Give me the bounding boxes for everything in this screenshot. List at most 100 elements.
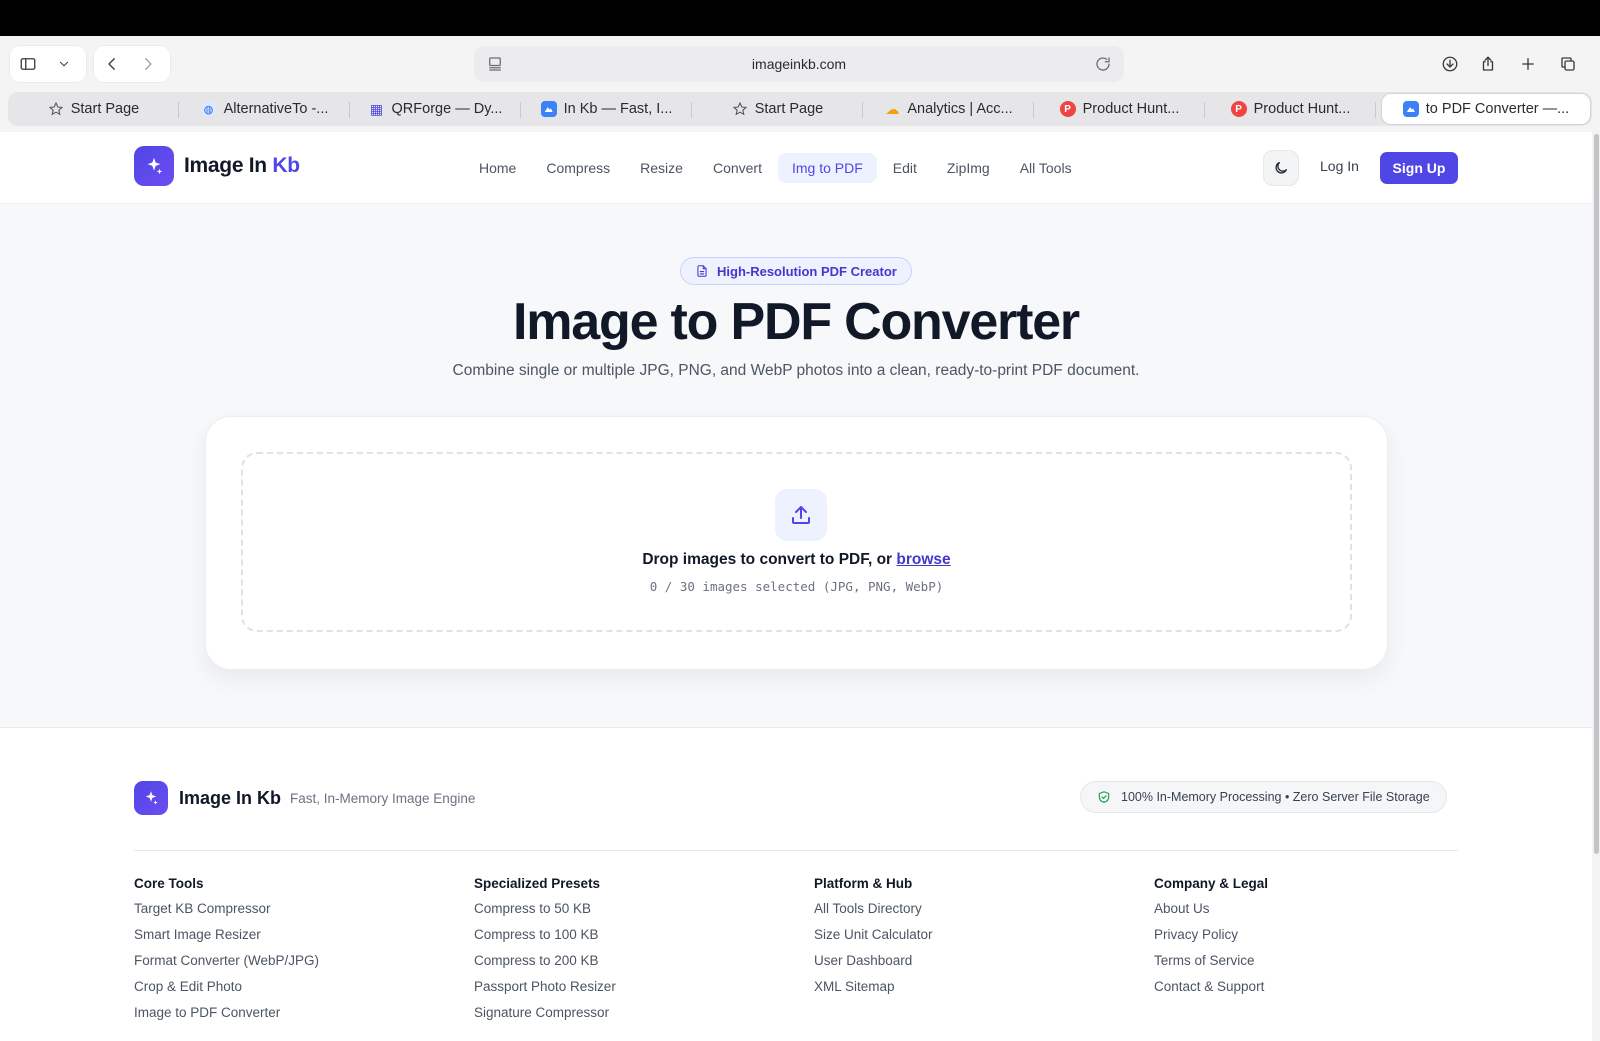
nav-link-compress[interactable]: Compress xyxy=(532,153,624,183)
qr-icon: ▦ xyxy=(369,100,384,117)
page-title: Image to PDF Converter xyxy=(513,293,1080,351)
globe-icon: ◍ xyxy=(200,101,217,117)
footer-link[interactable]: Compress to 200 KB xyxy=(474,952,616,978)
footer-tagline: Fast, In-Memory Image Engine xyxy=(290,790,476,806)
login-link[interactable]: Log In xyxy=(1320,158,1359,174)
site-logo[interactable]: Image In Kb xyxy=(134,146,300,186)
footer-link[interactable]: Size Unit Calculator xyxy=(814,926,933,952)
footer-link[interactable]: Format Converter (WebP/JPG) xyxy=(134,952,319,978)
sparkle-icon xyxy=(134,146,174,186)
forward-button[interactable] xyxy=(130,46,166,82)
footer-column-title: Company & Legal xyxy=(1154,876,1269,891)
footer-link[interactable]: About Us xyxy=(1154,900,1268,926)
tab-label: In Kb — Fast, I... xyxy=(563,101,673,117)
footer-link[interactable]: Privacy Policy xyxy=(1154,926,1268,952)
theme-toggle-button[interactable] xyxy=(1263,150,1299,186)
tab-label: Product Hunt... xyxy=(1253,101,1351,117)
chevron-left-icon xyxy=(108,58,115,70)
upload-icon xyxy=(775,489,827,541)
browse-link[interactable]: browse xyxy=(896,551,950,568)
logo-text-main: Image In xyxy=(184,154,267,177)
file-dropzone[interactable]: Drop images to convert to PDF, or browse… xyxy=(241,452,1352,632)
new-tab-button[interactable] xyxy=(1510,46,1546,82)
footer-divider xyxy=(134,850,1458,851)
site-header: Image In Kb Home Compress Resize Convert… xyxy=(0,132,1592,204)
browser-tab[interactable]: ◍ AlternativeTo -... xyxy=(179,94,350,124)
footer-link[interactable]: Crop & Edit Photo xyxy=(134,978,319,1004)
moon-icon xyxy=(1275,162,1287,174)
footer-link[interactable]: Terms of Service xyxy=(1154,952,1268,978)
nav-link-all-tools[interactable]: All Tools xyxy=(1006,153,1086,183)
footer-brand: Image In Kb xyxy=(179,787,282,808)
nav-link-zipimg[interactable]: ZipImg xyxy=(933,153,1004,183)
footer-link[interactable]: Compress to 100 KB xyxy=(474,926,616,952)
privacy-badge-label: 100% In-Memory Processing • Zero Server … xyxy=(1121,790,1430,804)
footer-link[interactable]: Smart Image Resizer xyxy=(134,926,319,952)
tab-label: Start Page xyxy=(754,101,824,117)
privacy-badge: 100% In-Memory Processing • Zero Server … xyxy=(1080,781,1447,813)
nav-link-home[interactable]: Home xyxy=(465,153,530,183)
chevron-right-icon xyxy=(145,58,152,70)
reload-icon[interactable] xyxy=(1094,55,1112,76)
footer-column-title: Core Tools xyxy=(134,876,204,891)
reader-mode-icon[interactable] xyxy=(486,55,504,76)
browser-tab[interactable]: Start Page xyxy=(692,94,863,124)
document-icon xyxy=(697,265,707,277)
browser-tab[interactable]: P Product Hunt... xyxy=(1034,94,1205,124)
signup-button[interactable]: Sign Up xyxy=(1380,152,1458,184)
back-button[interactable] xyxy=(94,46,130,82)
browser-tab-active[interactable]: to PDF Converter —... xyxy=(1382,94,1590,124)
tabs-overview-icon xyxy=(1561,57,1575,71)
footer-link[interactable]: User Dashboard xyxy=(814,952,933,978)
share-icon xyxy=(1482,56,1494,71)
page-scrollbar[interactable] xyxy=(1592,132,1600,1041)
footer-link[interactable]: Target KB Compressor xyxy=(134,900,319,926)
image-icon xyxy=(540,101,557,117)
page-subtitle: Combine single or multiple JPG, PNG, and… xyxy=(452,362,1140,379)
url-text: imageinkb.com xyxy=(751,56,847,72)
footer-logo[interactable]: Image In Kb Fast, In-Memory Image Engine xyxy=(134,781,475,815)
sidebar-toggle-button[interactable] xyxy=(10,46,46,82)
footer-column-specialized-presets: Specialized Presets Compress to 50 KB Co… xyxy=(474,876,616,1030)
footer-link[interactable]: XML Sitemap xyxy=(814,978,933,1004)
footer-link[interactable]: Compress to 50 KB xyxy=(474,900,616,926)
selected-count: 0 / 30 images selected (JPG, PNG, WebP) xyxy=(649,579,944,594)
system-top-bar xyxy=(0,0,1600,36)
footer-link[interactable]: All Tools Directory xyxy=(814,900,933,926)
nav-link-edit[interactable]: Edit xyxy=(879,153,931,183)
web-page: Image In Kb Home Compress Resize Convert… xyxy=(0,132,1600,1041)
footer-link[interactable]: Image to PDF Converter xyxy=(134,1004,319,1030)
main-nav: Home Compress Resize Convert Img to PDF … xyxy=(465,153,1088,183)
scrollbar-thumb[interactable] xyxy=(1594,134,1599,854)
address-bar[interactable]: imageinkb.com xyxy=(474,46,1124,82)
cloud-icon: ☁ xyxy=(885,100,900,117)
share-button[interactable] xyxy=(1470,46,1506,82)
nav-link-resize[interactable]: Resize xyxy=(626,153,697,183)
tab-label: Analytics | Acc... xyxy=(907,101,1013,117)
nav-link-convert[interactable]: Convert xyxy=(699,153,776,183)
nav-link-img-to-pdf[interactable]: Img to PDF xyxy=(777,153,877,183)
footer-column-company-legal: Company & Legal About Us Privacy Policy … xyxy=(1154,876,1268,1004)
browser-tab[interactable]: In Kb — Fast, I... xyxy=(521,94,692,124)
logo-text-accent: Kb xyxy=(272,154,300,177)
footer-link[interactable]: Contact & Support xyxy=(1154,978,1268,1004)
hero-section: High-Resolution PDF Creator Image to PDF… xyxy=(0,204,1592,728)
browser-tab[interactable]: ☁ Analytics | Acc... xyxy=(863,94,1034,124)
tab-bar: Start Page ◍ AlternativeTo -... ▦ QRForg… xyxy=(8,92,1592,126)
history-nav-group xyxy=(94,46,170,82)
footer-link[interactable]: Passport Photo Resizer xyxy=(474,978,616,1004)
browser-tab[interactable]: Start Page xyxy=(8,94,179,124)
footer-link[interactable]: Signature Compressor xyxy=(474,1004,616,1030)
dropzone-text: Drop images to convert to PDF, or xyxy=(642,551,893,568)
tab-overview-button[interactable] xyxy=(1550,46,1586,82)
downloads-button[interactable] xyxy=(1432,46,1468,82)
browser-tab[interactable]: P Product Hunt... xyxy=(1205,94,1376,124)
browser-tab[interactable]: ▦ QRForge — Dy... xyxy=(350,94,521,124)
sidebar-toggle-group xyxy=(10,46,86,82)
tab-group-menu-button[interactable] xyxy=(46,46,82,82)
feature-badge: High-Resolution PDF Creator xyxy=(680,257,912,285)
shield-check-icon xyxy=(1098,791,1110,803)
sparkle-icon xyxy=(134,781,168,815)
footer-column-core-tools: Core Tools Target KB Compressor Smart Im… xyxy=(134,876,319,1030)
image-icon xyxy=(1402,101,1419,117)
